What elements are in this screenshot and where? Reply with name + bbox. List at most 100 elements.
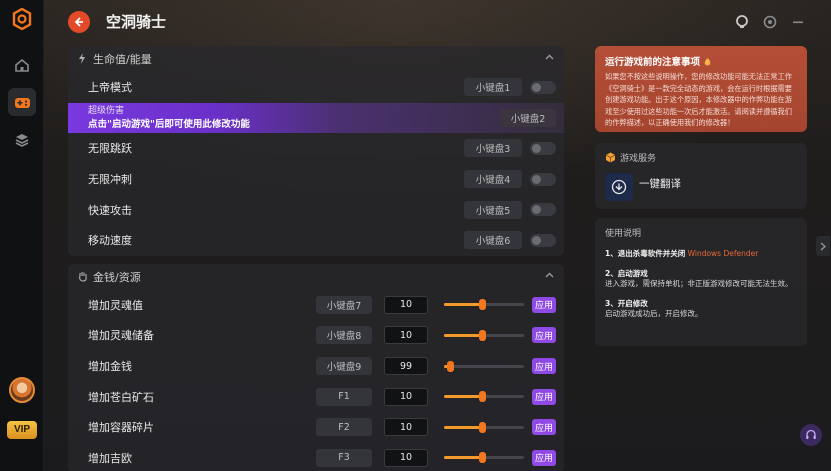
hotkey-badge[interactable]: F1: [316, 387, 372, 406]
value-slider[interactable]: [444, 391, 524, 403]
chevron-up-icon[interactable]: [545, 271, 554, 280]
hotkey-badge[interactable]: 小键盘6: [464, 231, 522, 250]
value-slider[interactable]: [444, 421, 524, 433]
apply-button[interactable]: 应用: [532, 388, 556, 405]
value-slider[interactable]: [444, 299, 524, 311]
back-button[interactable]: [68, 11, 90, 33]
hotkey-badge[interactable]: 小键盘1: [464, 78, 522, 97]
resource-row: 增加灵魂值 小键盘7 10 应用: [68, 290, 564, 321]
sidebar-item-home[interactable]: [8, 51, 36, 79]
cheat-name: 增加苍白矿石: [88, 390, 154, 404]
resource-row: 增加金钱 小键盘9 99 应用: [68, 351, 564, 382]
cheat-name: 增加金钱: [88, 360, 132, 374]
hotkey-badge[interactable]: F3: [316, 448, 372, 467]
value-input[interactable]: 10: [384, 326, 428, 345]
value-slider[interactable]: [444, 329, 524, 341]
service-title: 游戏服务: [620, 154, 657, 164]
step-1: 1、退出杀毒软件并关闭 Windows Defender: [605, 249, 797, 260]
windows-defender-link[interactable]: Windows Defender: [688, 249, 759, 258]
layers-icon: [15, 134, 29, 147]
cheat-row-fast-attack: 快速攻击 小键盘5: [68, 194, 564, 225]
cheat-row-god-mode: 上帝模式 小键盘1: [68, 72, 564, 103]
cheat-name: 增加吉欧: [88, 451, 132, 465]
cheat-name: 上帝模式: [88, 81, 132, 95]
slider-handle[interactable]: [479, 391, 487, 403]
cheat-name: 超级伤害: [88, 105, 125, 116]
hotkey-badge[interactable]: F2: [316, 418, 372, 437]
headset-icon: [806, 429, 816, 439]
apply-button[interactable]: 应用: [532, 449, 556, 466]
settings-icon[interactable]: [762, 14, 778, 30]
apply-button[interactable]: 应用: [532, 296, 556, 313]
sidebar-item-library[interactable]: [8, 126, 36, 154]
hotkey-badge[interactable]: 小键盘5: [464, 200, 522, 219]
app-logo-icon[interactable]: [11, 8, 33, 30]
notice-title: 运行游戏前的注意事项: [605, 57, 701, 68]
cheat-toggle[interactable]: [530, 233, 556, 247]
hotkey-badge[interactable]: 小键盘4: [464, 170, 522, 189]
step-3: 3、开启修改 启动游戏成功后，开启修改。: [605, 299, 797, 320]
value-input[interactable]: 10: [384, 387, 428, 406]
translate-service[interactable]: 一键翻译: [605, 173, 797, 201]
apply-button[interactable]: 应用: [532, 419, 556, 436]
chevron-up-icon[interactable]: [545, 53, 554, 62]
step-title: 2、启动游戏: [605, 268, 648, 278]
section-title: 金钱/资源: [93, 270, 141, 284]
slider-handle[interactable]: [479, 452, 487, 464]
cheat-name: 移动速度: [88, 234, 132, 248]
gamepad-icon: [14, 97, 30, 108]
notice-body: 如果您不按这些说明操作，您的修改功能可能无法正常工作《空洞骑士》是一款完全动态的…: [605, 72, 792, 127]
hotkey-badge[interactable]: 小键盘7: [316, 295, 372, 314]
step-body: 进入游戏，需保持单机；非正版游戏修改可能无法生效。: [605, 279, 793, 288]
cheat-name: 无限冲刺: [88, 173, 132, 187]
slider-handle[interactable]: [479, 329, 487, 341]
cheat-toggle[interactable]: [530, 172, 556, 186]
cheat-toggle[interactable]: [530, 141, 556, 155]
bulb-icon[interactable]: [734, 14, 750, 30]
cube-icon: [605, 152, 616, 163]
value-input[interactable]: 10: [384, 295, 428, 314]
cheat-name: 增加容器碎片: [88, 421, 154, 435]
apply-button[interactable]: 应用: [532, 327, 556, 344]
translate-icon: [605, 173, 633, 201]
sidebar-item-games[interactable]: [8, 88, 36, 116]
hotkey-badge[interactable]: 小键盘3: [464, 139, 522, 158]
section-title: 生命值/能量: [93, 53, 152, 66]
value-input[interactable]: 10: [384, 418, 428, 437]
step-title: 3、开启修改: [605, 298, 648, 308]
value-slider[interactable]: [444, 452, 524, 464]
resource-row: 增加容器碎片 F2 10 应用: [68, 412, 564, 443]
step-2: 2、启动游戏 进入游戏，需保持单机；非正版游戏修改可能无法生效。: [605, 269, 797, 290]
section-header-money[interactable]: 金钱/资源: [68, 264, 564, 290]
cheat-toggle[interactable]: [530, 80, 556, 94]
instructions-steps: 1、退出杀毒软件并关闭 Windows Defender 2、启动游戏 进入游戏…: [605, 249, 797, 320]
cheat-row-infinite-dash: 无限冲刺 小键盘4: [68, 164, 564, 195]
avatar[interactable]: [9, 377, 35, 403]
fire-icon: [704, 57, 711, 65]
vip-badge[interactable]: VIP: [7, 421, 37, 439]
cheat-name: 增加灵魂值: [88, 298, 143, 312]
resource-row: 增加吉欧 F3 10 应用: [68, 443, 564, 471]
hotkey-badge[interactable]: 小键盘9: [316, 357, 372, 376]
section-header-health[interactable]: 生命值/能量: [68, 46, 564, 72]
apply-button[interactable]: 应用: [532, 358, 556, 375]
slider-handle[interactable]: [447, 360, 455, 372]
resource-row: 增加灵魂储备 小键盘8 10 应用: [68, 320, 564, 351]
notice-title-row: 运行游戏前的注意事项: [605, 54, 797, 68]
hotkey-badge[interactable]: 小键盘2: [500, 108, 556, 127]
page-title: 空洞骑士: [106, 13, 167, 31]
cheat-name: 快速攻击: [88, 203, 132, 217]
hand-icon: [78, 271, 88, 283]
service-header: 游戏服务: [605, 151, 797, 164]
cheat-toggle[interactable]: [530, 203, 556, 217]
value-input[interactable]: 10: [384, 448, 428, 467]
value-input[interactable]: 99: [384, 357, 428, 376]
hotkey-badge[interactable]: 小键盘8: [316, 326, 372, 345]
support-button[interactable]: [800, 424, 822, 446]
value-slider[interactable]: [444, 360, 524, 372]
slider-handle[interactable]: [479, 299, 487, 311]
slider-handle[interactable]: [479, 421, 487, 433]
minimize-icon[interactable]: [790, 14, 806, 30]
expand-panel-button[interactable]: [816, 236, 830, 256]
cheat-name: 无限跳跃: [88, 142, 132, 156]
